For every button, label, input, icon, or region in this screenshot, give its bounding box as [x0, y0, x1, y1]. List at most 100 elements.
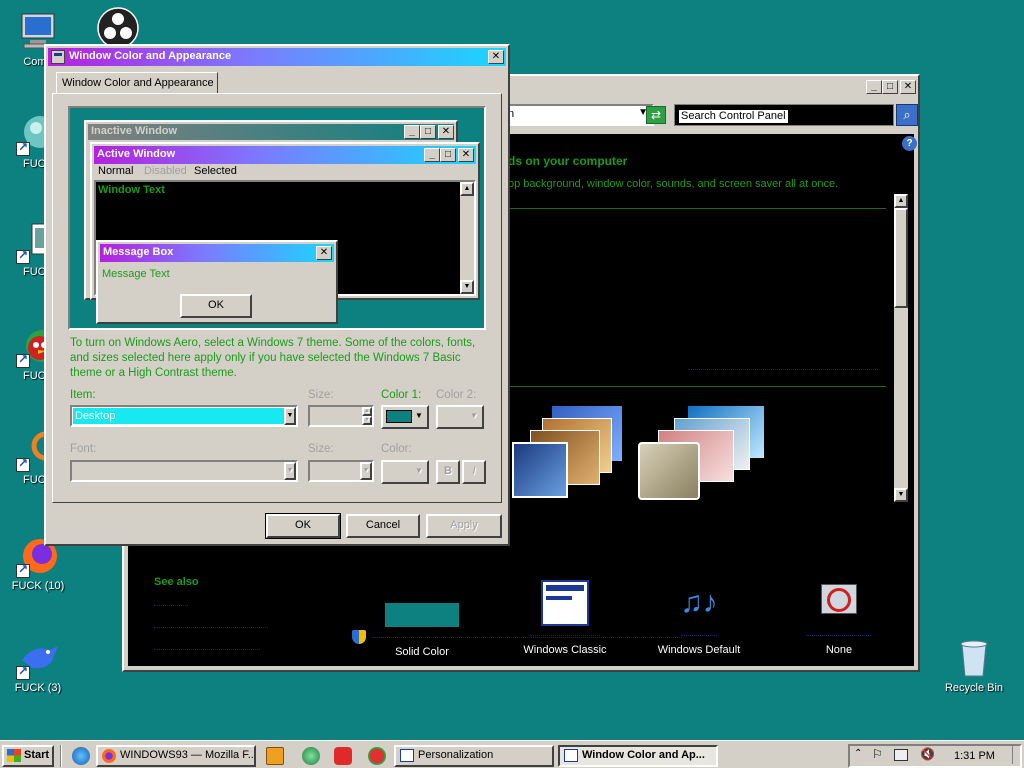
see-also-link-2[interactable]	[154, 622, 268, 628]
show-desktop-button[interactable]	[1012, 746, 1020, 764]
chevron-down-icon: ▼	[415, 411, 423, 420]
window-color-appearance-dialog[interactable]: Window Color and Appearance ✕ Window Col…	[44, 44, 510, 546]
desktop-icon-bird[interactable]: FUCK (3)	[2, 636, 74, 694]
chevron-down-icon[interactable]: ▼	[284, 407, 296, 425]
screen-saver-item[interactable]: None	[794, 580, 884, 690]
font-size-label: Size:	[308, 443, 334, 455]
cp-minimize-button[interactable]: _	[866, 80, 882, 94]
shortcut-arrow-icon	[16, 352, 30, 368]
theme-thumbnail-classic[interactable]	[512, 406, 622, 506]
cp-search-box[interactable]: Search Control Panel	[674, 104, 894, 126]
desktop-background-item[interactable]: Solid Color	[382, 602, 482, 692]
preview-menu-bar: Normal Disabled Selected	[94, 164, 476, 180]
personalization-icon	[400, 749, 414, 762]
music-notes-icon: ♫♪	[680, 586, 718, 619]
menu-selected: Selected	[194, 165, 237, 177]
solid-color-swatch	[384, 602, 460, 628]
taskbar-item-firefox[interactable]: WINDOWS93 — Mozilla F...	[96, 745, 256, 767]
item-label: Item:	[70, 389, 96, 401]
inactive-window-title: Inactive Window	[91, 125, 178, 137]
blue-bird-icon	[16, 636, 60, 680]
help-icon[interactable]: ?	[902, 136, 917, 151]
cp-subheading: op background, window color, sounds, and…	[508, 178, 839, 190]
item-select[interactable]: Desktop ▼	[70, 405, 298, 427]
bottom-item-label: Windows Default	[657, 644, 741, 656]
chevron-down-icon: ▼	[360, 462, 372, 480]
desktop-icon-label: FUCK (10)	[11, 580, 65, 592]
recycle-bin-icon	[952, 636, 996, 680]
media-player-icon[interactable]	[266, 747, 284, 765]
see-also-link-1[interactable]	[154, 600, 188, 606]
color1-swatch	[386, 410, 412, 423]
window-app-icon	[564, 749, 578, 762]
no-screensaver-icon	[817, 580, 861, 626]
appearance-preview[interactable]: Inactive Window _ □ ✕ Active Window _ □ …	[68, 106, 486, 330]
scroll-up-button[interactable]: ▲	[894, 194, 908, 208]
dialog-close-button[interactable]: ✕	[488, 50, 504, 64]
preview-scrollbar: ▲ ▼	[460, 182, 474, 294]
bottom-item-label: Windows Classic	[523, 644, 607, 656]
start-button[interactable]: Start	[2, 745, 54, 767]
search-icon[interactable]: ⌕	[896, 104, 918, 126]
cp-close-button[interactable]: ✕	[900, 80, 916, 94]
windows-logo-icon	[7, 749, 21, 762]
color2-label: Color 2:	[436, 389, 477, 401]
taskbar-item-window-color[interactable]: Window Color and Ap...	[558, 745, 718, 767]
cp-search-input[interactable]: Search Control Panel	[678, 109, 789, 124]
clock[interactable]: 1:31 PM	[954, 750, 995, 762]
taskbar-item-label: WINDOWS93 — Mozilla F...	[120, 749, 256, 761]
quick-launch-divider	[60, 745, 62, 767]
firefox-icon	[102, 749, 116, 763]
tab-window-color-appearance[interactable]: Window Color and Appearance	[56, 72, 218, 94]
cp-address-bar[interactable]: n ▼	[504, 104, 654, 126]
scroll-thumb[interactable]	[894, 208, 908, 308]
chevron-down-icon: ▼	[284, 462, 296, 480]
menu-normal: Normal	[98, 165, 134, 177]
color2-picker: ▼	[436, 405, 484, 429]
active-minimize-button: _	[424, 148, 440, 162]
cp-divider-2	[508, 386, 886, 387]
tray-expand-icon[interactable]: ⌃	[854, 748, 862, 759]
desktop-icon-label: FUCK (3)	[14, 682, 62, 694]
message-box-close-button: ✕	[316, 246, 332, 260]
green-app-icon[interactable]	[302, 747, 320, 765]
message-box-title: Message Box	[103, 246, 174, 258]
volume-muted-icon[interactable]: 🔇	[920, 747, 935, 761]
chevron-down-icon: ▼	[415, 466, 423, 475]
taskbar-item-personalization[interactable]: Personalization	[394, 745, 554, 767]
refresh-icon[interactable]: ⇄	[646, 106, 666, 124]
desktop-icon-recycle-bin[interactable]: Recycle Bin	[938, 636, 1010, 694]
cp-link-row	[688, 362, 878, 370]
menu-disabled: Disabled	[144, 165, 187, 177]
font-size-select: ▼	[308, 460, 374, 482]
active-maximize-button: □	[440, 148, 456, 162]
network-icon[interactable]	[894, 749, 908, 761]
vivaldi-icon[interactable]	[334, 747, 352, 765]
desktop-icon-label: Recycle Bin	[944, 682, 1004, 694]
internet-explorer-icon[interactable]	[72, 747, 90, 765]
size-stepper: ▲ ▼	[308, 405, 374, 427]
see-also-link-3[interactable]	[154, 644, 260, 650]
angry-bird-taskbar-icon[interactable]	[368, 747, 386, 765]
flag-icon[interactable]: ⚐	[872, 747, 883, 761]
taskbar-item-label: Personalization	[418, 749, 494, 761]
italic-button: I	[462, 460, 486, 484]
ok-button[interactable]: OK	[265, 513, 341, 539]
aero-info-text: To turn on Windows Aero, select a Window…	[70, 337, 476, 379]
dialog-titlebar[interactable]: Window Color and Appearance ✕	[48, 48, 506, 66]
color1-picker[interactable]: ▼	[381, 405, 429, 429]
cancel-button[interactable]: Cancel	[346, 514, 420, 538]
font-color-picker: ▼	[381, 460, 429, 484]
shortcut-arrow-icon	[16, 248, 30, 264]
cp-scrollbar[interactable]: ▲ ▼	[894, 194, 908, 502]
theme-thumbnail-default[interactable]	[638, 406, 764, 506]
tab-label: Window Color and Appearance	[62, 77, 214, 89]
scroll-down-button[interactable]: ▼	[894, 488, 908, 502]
font-color-label: Color:	[381, 443, 412, 455]
theme-troubleshoot-link[interactable]	[372, 630, 682, 638]
bold-button: B	[436, 460, 460, 484]
cp-maximize-button[interactable]: □	[882, 80, 898, 94]
preview-message-box[interactable]: Message Box ✕ Message Text OK	[96, 240, 338, 324]
inactive-minimize-button: _	[404, 125, 420, 139]
font-select: ▼	[70, 460, 298, 482]
